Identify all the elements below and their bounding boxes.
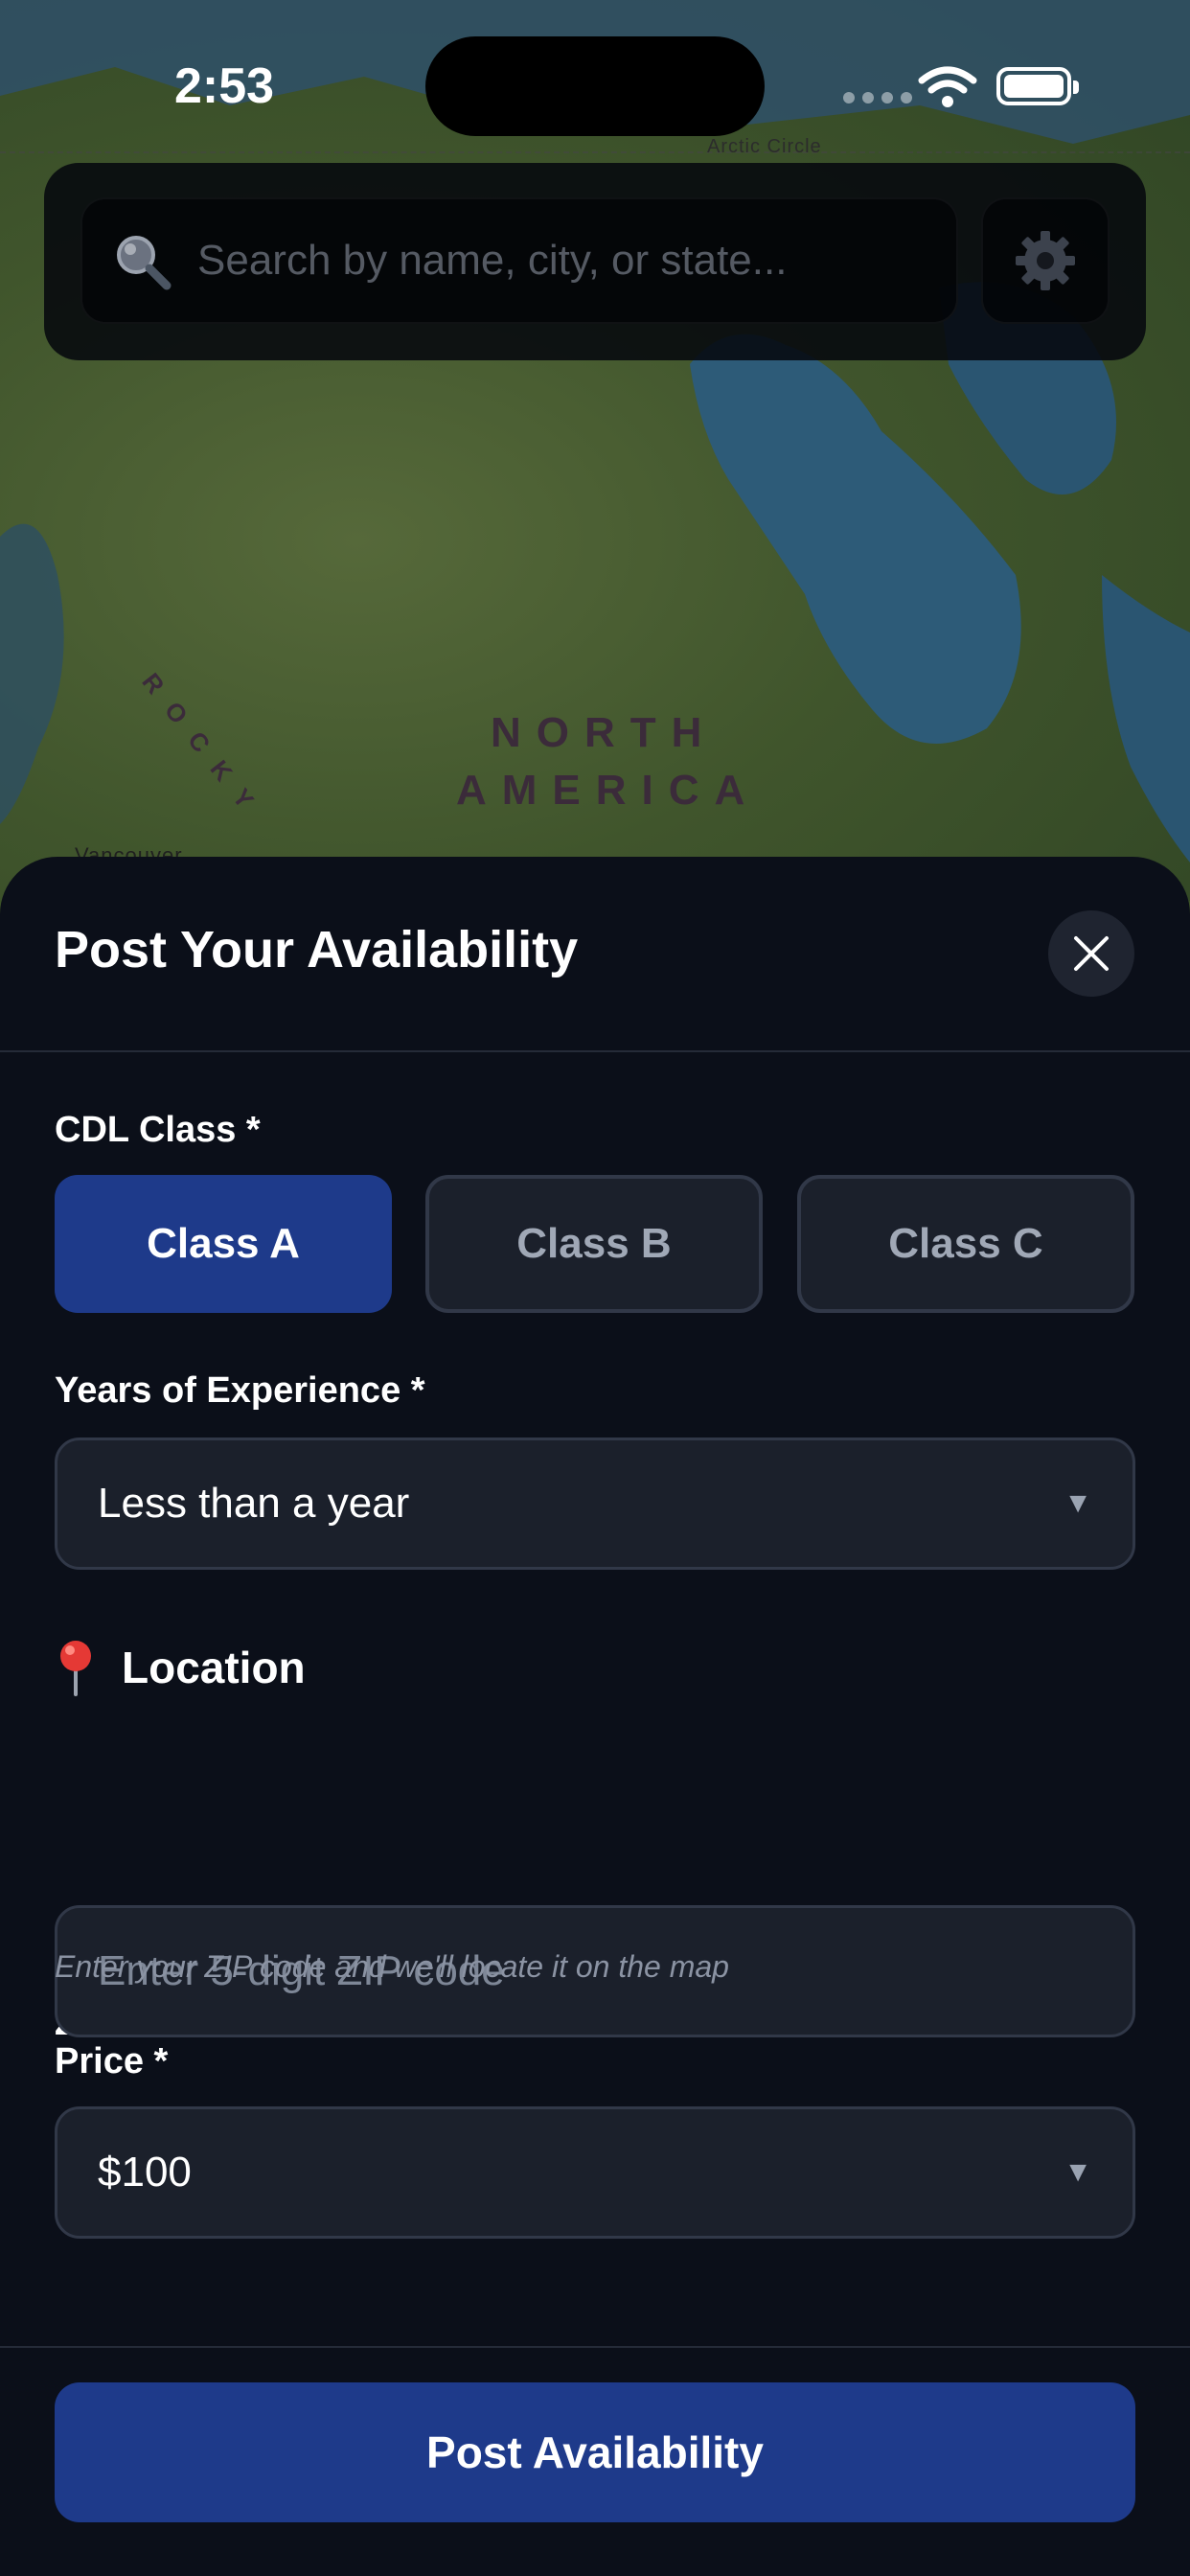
search-icon xyxy=(111,230,172,291)
wifi-icon xyxy=(918,65,977,114)
footer-divider xyxy=(0,2346,1190,2348)
continent-label-line2: AMERICA xyxy=(456,767,761,814)
pin-icon xyxy=(60,1641,91,1696)
header-divider xyxy=(0,1050,1190,1052)
arctic-circle-line xyxy=(0,151,1190,153)
experience-select[interactable]: Less than a year ▼ xyxy=(55,1438,1135,1570)
arctic-circle-label: Arctic Circle xyxy=(707,136,822,157)
close-button[interactable] xyxy=(1048,910,1134,997)
search-input[interactable] xyxy=(195,236,927,286)
settings-button[interactable] xyxy=(981,197,1110,324)
price-select[interactable]: $100 ▼ xyxy=(55,2106,1135,2239)
status-time: 2:53 xyxy=(174,58,275,114)
price-value: $100 xyxy=(98,2149,192,2196)
gear-icon xyxy=(1016,231,1075,290)
cellular-signal-icon xyxy=(843,92,912,104)
price-label: Price * xyxy=(55,2041,169,2082)
battery-icon xyxy=(996,67,1079,105)
search-panel xyxy=(44,163,1146,360)
zip-helper-text: Enter your ZIP code and we'll locate it … xyxy=(55,1949,729,1984)
class-a-button[interactable]: Class A xyxy=(55,1175,392,1313)
post-availability-button[interactable]: Post Availability xyxy=(55,2382,1135,2522)
search-box[interactable] xyxy=(80,197,958,324)
cdl-class-label: CDL Class * xyxy=(55,1110,261,1150)
class-b-button[interactable]: Class B xyxy=(425,1175,763,1313)
continent-label-line1: NORTH xyxy=(491,709,718,756)
class-c-button[interactable]: Class C xyxy=(797,1175,1134,1313)
experience-value: Less than a year xyxy=(98,1480,410,1527)
close-icon xyxy=(1074,936,1109,971)
sheet-title: Post Your Availability xyxy=(55,921,579,978)
location-section-title: Location xyxy=(55,1639,306,1696)
dropdown-arrow-icon: ▼ xyxy=(1064,1487,1092,1519)
experience-label: Years of Experience * xyxy=(55,1370,425,1411)
location-title: Location xyxy=(122,1643,306,1692)
dropdown-arrow-icon: ▼ xyxy=(1064,2156,1092,2188)
dynamic-island xyxy=(425,36,765,136)
post-availability-sheet: Post Your Availability CDL Class * Class… xyxy=(0,857,1190,2576)
